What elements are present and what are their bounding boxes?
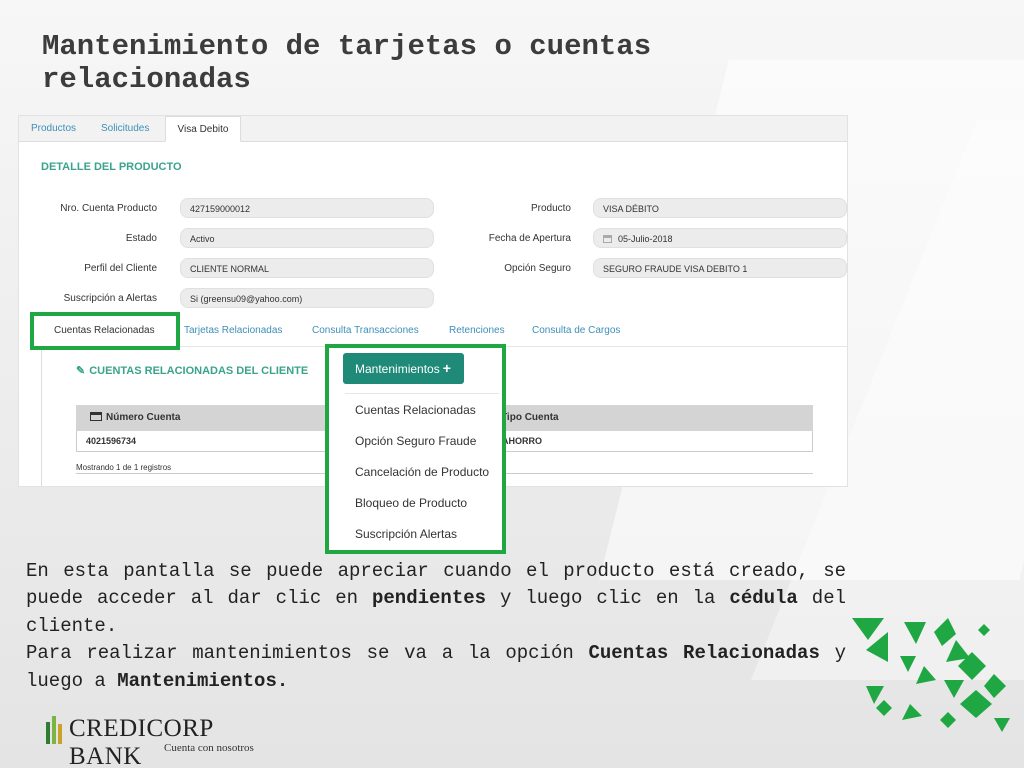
column-header-account-number[interactable]: Número Cuenta [90, 405, 180, 431]
paragraph-bold: Mantenimientos. [117, 669, 289, 692]
slide-title: Mantenimiento de tarjetas o cuentas rela… [42, 30, 942, 96]
paragraph-bold: cédula [729, 587, 798, 610]
card-icon [90, 412, 102, 421]
paragraph-bold: pendientes [372, 587, 487, 610]
tab-consulta-transacciones[interactable]: Consulta Transacciones [312, 325, 419, 336]
paperclip-icon: ✎ [76, 365, 86, 377]
field-label: Estado [125, 233, 157, 244]
slide-title-line: relacionadas [42, 63, 251, 96]
field-label: Suscripción a Alertas [63, 293, 157, 304]
field-label: Fecha de Apertura [488, 233, 571, 244]
tab-retenciones[interactable]: Retenciones [449, 325, 505, 336]
credicorp-logo: CREDICORP BANK Cuenta con nosotros [44, 712, 284, 768]
paragraph-text: Para realizar mantenimientos se va a la … [26, 642, 589, 665]
menu-divider [345, 393, 499, 394]
slide-title-line: Mantenimiento de tarjetas o cuentas [42, 30, 652, 63]
table-cell: 4021596734 [86, 436, 137, 446]
column-header-account-type[interactable]: Tipo Cuenta [501, 405, 559, 431]
related-accounts-title: ✎ CUENTAS RELACIONADAS DEL CLIENTE [76, 364, 308, 377]
paragraph-bold: Cuentas Relacionadas [588, 642, 820, 665]
table-record-count: Mostrando 1 de 1 registros [76, 463, 172, 472]
highlight-box [30, 312, 180, 350]
tab-consulta-de-cargos[interactable]: Consulta de Cargos [532, 325, 620, 336]
plus-icon: + [442, 360, 451, 376]
paragraph-text: y luego clic en la [486, 587, 730, 610]
field-label: Opción Seguro [504, 263, 571, 274]
menu-item-cancelacion-producto[interactable]: Cancelación de Producto [355, 465, 489, 479]
maintenance-button-label: Mantenimientos [355, 362, 440, 376]
top-tab-bar: Productos Solicitudes Visa Debito [19, 116, 847, 142]
menu-item-cuentas-relacionadas[interactable]: Cuentas Relacionadas [355, 403, 476, 417]
related-accounts-title-text: CUENTAS RELACIONADAS DEL CLIENTE [89, 365, 309, 377]
section-title: DETALLE DEL PRODUCTO [41, 161, 182, 173]
tab-visa-debito[interactable]: Visa Debito [165, 116, 241, 142]
insurance-option-field[interactable]: SEGURO FRAUDE VISA DEBITO 1 [593, 258, 847, 278]
tab-tarjetas-relacionadas[interactable]: Tarjetas Relacionadas [184, 325, 282, 336]
field-label: Nro. Cuenta Producto [60, 203, 157, 214]
explanation-paragraph: En esta pantalla se puede apreciar cuand… [26, 558, 846, 695]
opening-date-value: 05-Julio-2018 [618, 234, 673, 244]
alerts-subscription-field[interactable]: Si (greensu09@yahoo.com) [180, 288, 434, 308]
menu-item-suscripcion-alertas[interactable]: Suscripción Alertas [355, 527, 457, 541]
opening-date-field[interactable]: 05-Julio-2018 [593, 228, 847, 248]
tab-productos[interactable]: Productos [31, 116, 76, 142]
menu-item-bloqueo-producto[interactable]: Bloqueo de Producto [355, 496, 467, 510]
status-field[interactable]: Activo [180, 228, 434, 248]
account-number-field[interactable]: 427159000012 [180, 198, 434, 218]
calendar-icon [603, 235, 612, 243]
product-field[interactable]: VISA DÉBITO [593, 198, 847, 218]
tab-solicitudes[interactable]: Solicitudes [101, 116, 149, 142]
field-label: Perfil del Cliente [84, 263, 157, 274]
decorative-triangles [852, 618, 1010, 732]
column-header-label: Número Cuenta [106, 412, 181, 423]
client-profile-field[interactable]: CLIENTE NORMAL [180, 258, 434, 278]
maintenance-button[interactable]: Mantenimientos + [343, 353, 464, 384]
logo-tagline: Cuenta con nosotros [164, 742, 254, 754]
menu-item-opcion-seguro-fraude[interactable]: Opción Seguro Fraude [355, 434, 476, 448]
field-label: Producto [530, 203, 571, 214]
logo-mark-icon [46, 716, 62, 744]
table-cell: AHORRO [502, 436, 542, 446]
